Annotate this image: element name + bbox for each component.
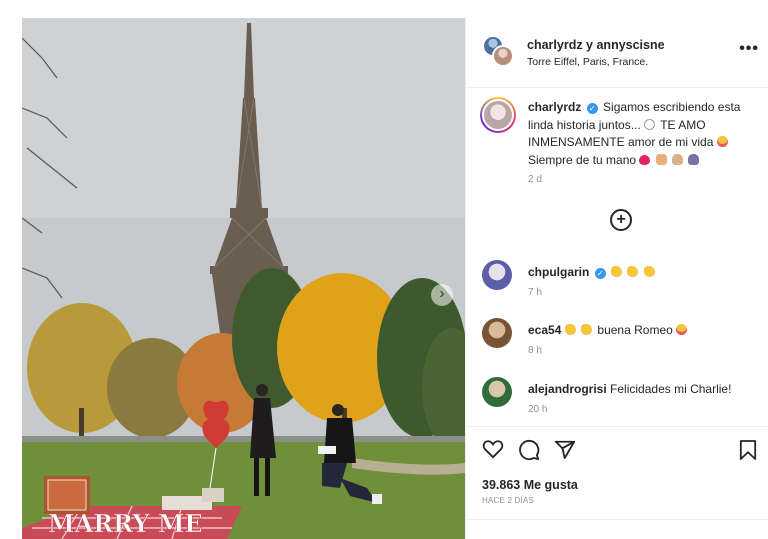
clapping-hands-emoji-icon [564,324,576,335]
comment-row: eca54 buena Romeo 8 h [466,318,768,368]
avatar[interactable] [482,377,512,407]
post-location[interactable]: Torre Eiffel, Paris, France. [527,56,648,68]
comment-username[interactable]: eca54 [528,323,561,337]
clapping-hands-emoji-icon [611,266,623,277]
man-emoji-icon [672,153,684,165]
load-more-comments-icon[interactable]: + [610,209,632,231]
comment-text: chpulgarin ✓ [528,265,657,279]
caption-text: charlyrdz ✓ Sigamos escribiendo esta lin… [528,99,756,169]
marry-me-sign: MARRY ME [48,509,203,538]
more-options-icon[interactable]: ••• [739,40,759,58]
comment-icon[interactable] [518,439,540,461]
post-authors[interactable]: charlyrdz y annyscisne [527,38,665,52]
comment-timestamp[interactable]: 8 h [528,345,542,356]
comment-timestamp[interactable]: 20 h [528,404,547,415]
heart-icon[interactable] [482,439,504,459]
post-date[interactable]: HACE 2 DÍAS [482,496,534,505]
post-side-panel: charlyrdz y annyscisne Torre Eiffel, Par… [465,18,768,539]
likes-count[interactable]: 39.863 Me gusta [482,478,578,492]
avatar[interactable] [482,260,512,290]
comment-body: Felicidades mi Charlie! [610,382,732,396]
avatar[interactable] [480,97,516,133]
avatar[interactable] [482,318,512,348]
caption-timestamp[interactable]: 2 d [528,174,542,185]
clapping-hands-emoji-icon [627,266,639,277]
clapping-hands-emoji-icon [581,324,593,335]
caption-line-3: Siempre de tu mano [528,152,637,167]
collab-avatars[interactable] [482,35,514,67]
ring-emoji-icon [644,118,656,130]
comment-body: buena Romeo [597,323,673,337]
verified-badge-icon: ✓ [586,103,598,114]
bookmark-icon[interactable] [739,439,757,461]
heart-eyes-emoji-icon [676,324,688,335]
comment-row: chpulgarin ✓ 7 h [466,260,768,310]
send-icon[interactable] [554,439,576,461]
heart-eyes-emoji-icon [716,136,728,147]
proposal-photo-illustration: MARRY ME [22,18,465,539]
verified-badge-icon: ✓ [594,268,606,279]
comment-timestamp[interactable]: 7 h [528,287,542,298]
comment-username[interactable]: chpulgarin [528,265,589,279]
comment-text: alejandrogrisi Felicidades mi Charlie! [528,382,731,396]
post-photo[interactable]: MARRY ME › [22,18,465,539]
heart-hands-emoji-icon [655,153,667,165]
caption-username[interactable]: charlyrdz [528,100,581,114]
comment-row: alejandrogrisi Felicidades mi Charlie! 2… [466,377,768,427]
clapping-hands-emoji-icon [643,266,655,277]
red-heart-emoji-icon [639,154,651,165]
next-photo-arrow-icon[interactable]: › [431,284,453,306]
avatar[interactable] [492,45,514,67]
comment-username[interactable]: alejandrogrisi [528,382,607,396]
action-bar [466,426,768,471]
divider [466,519,768,520]
woman-emoji-icon [688,153,700,165]
post-header: charlyrdz y annyscisne Torre Eiffel, Par… [466,18,768,88]
comment-text: eca54 buena Romeo [528,323,689,337]
